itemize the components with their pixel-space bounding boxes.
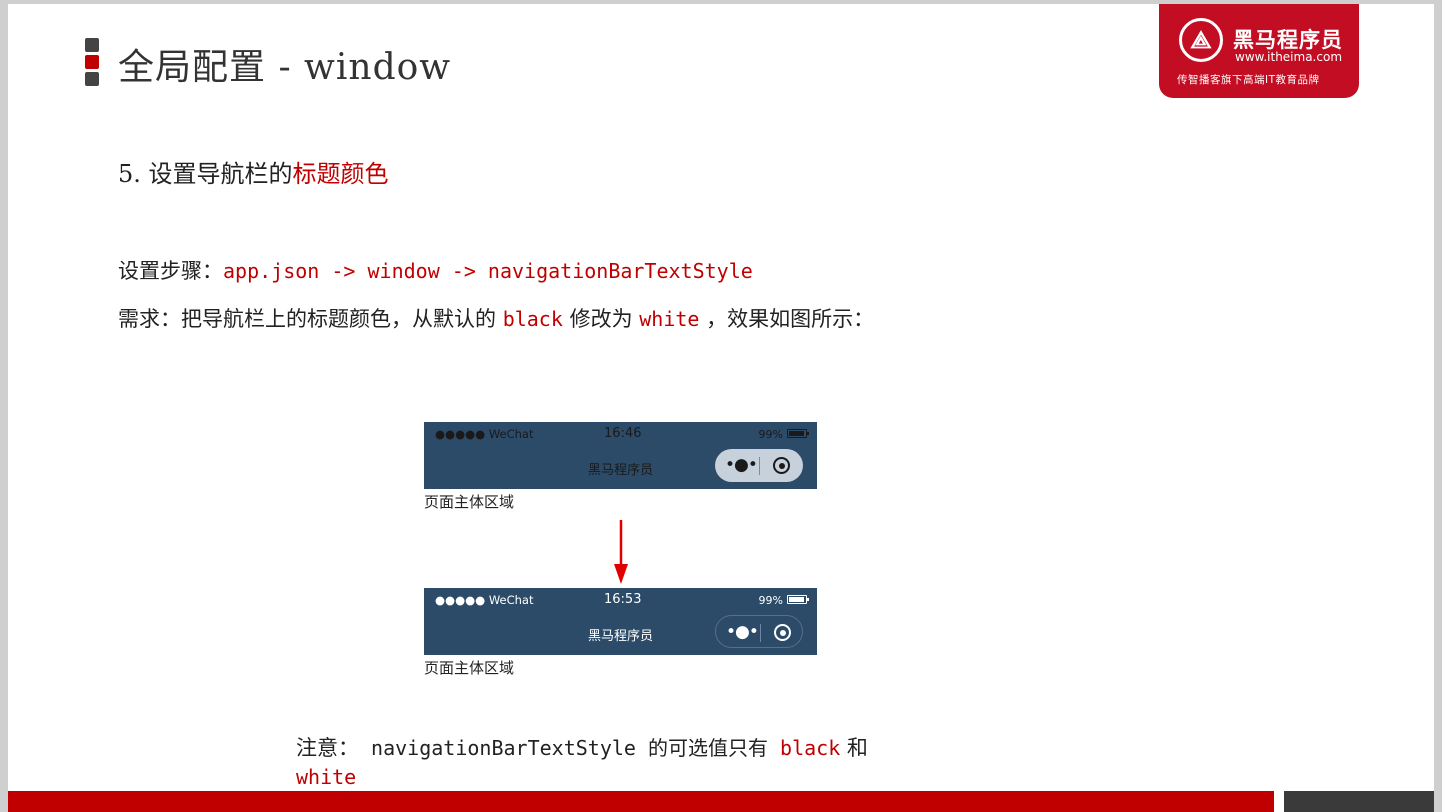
title-marker	[85, 38, 99, 89]
note-label: 注意：	[296, 736, 359, 760]
req-to-value: white	[639, 307, 700, 331]
battery-icon	[787, 595, 809, 604]
heading-prefix: 5. 设置导航栏的	[118, 160, 293, 188]
status-carrier: ●●●●● WeChat	[435, 427, 534, 441]
more-dots-icon: •●•	[725, 455, 758, 475]
logo-slogan: 传智播客旗下高端IT教育品牌	[1177, 74, 1320, 86]
horse-logo-icon: ⟁	[1179, 18, 1223, 62]
more-dots-icon: •●•	[726, 622, 759, 642]
battery-icon	[787, 429, 809, 438]
req-text-1: 需求：把导航栏上的标题颜色，从默认的	[118, 307, 503, 331]
menu-capsule: •●•	[715, 449, 803, 482]
heading-highlight: 标题颜色	[292, 160, 389, 188]
capsule-divider	[759, 457, 760, 475]
steps-label: 设置步骤：	[118, 259, 223, 283]
footer-dark-block	[1284, 791, 1434, 812]
slide: 全局配置 - window ⟁ 黑马程序员 www.itheima.com 传智…	[8, 4, 1434, 812]
slide-title: 全局配置 - window	[118, 47, 452, 88]
navigation-bar-black: ●●●●● WeChat 16:46 99% 黑马程序员 •●•	[424, 422, 817, 489]
navigation-bar-white: ●●●●● WeChat 16:53 99% 黑马程序员 •●•	[424, 588, 817, 655]
note-option-white: white	[296, 765, 357, 789]
req-text-3: ，效果如图所示：	[699, 307, 875, 331]
status-time: 16:46	[604, 426, 642, 441]
footer-bar	[8, 791, 1274, 812]
requirement-line: 需求：把导航栏上的标题颜色，从默认的 black 修改为 white ，效果如图…	[118, 303, 874, 333]
down-arrow-icon	[614, 520, 628, 584]
note: 注意： navigationBarTextStyle 的可选值只有 black …	[296, 734, 936, 792]
page-body-text: 页面主体区域	[424, 659, 515, 677]
page-body-text: 页面主体区域	[424, 493, 515, 511]
steps-line: 设置步骤：app.json -> window -> navigationBar…	[118, 255, 753, 285]
req-from-value: black	[502, 307, 563, 331]
close-target-icon	[774, 624, 791, 641]
section-heading: 5. 设置导航栏的标题颜色	[118, 154, 389, 189]
steps-path: app.json -> window -> navigationBarTextS…	[223, 259, 753, 283]
logo-url: www.itheima.com	[1235, 50, 1343, 64]
capsule-divider	[760, 624, 761, 642]
status-time: 16:53	[604, 592, 642, 607]
status-carrier: ●●●●● WeChat	[435, 593, 534, 607]
note-text-2: 和	[840, 736, 868, 760]
req-text-2: 修改为	[562, 307, 640, 331]
close-target-icon	[773, 457, 790, 474]
phone-mockup-after: ●●●●● WeChat 16:53 99% 黑马程序员 •●• 页面主体区域	[424, 588, 817, 694]
status-battery: 99%	[758, 594, 783, 607]
brand-logo: ⟁ 黑马程序员 www.itheima.com 传智播客旗下高端IT教育品牌	[1159, 4, 1359, 98]
menu-capsule: •●•	[715, 615, 803, 648]
note-option-black: black	[780, 736, 841, 760]
status-battery: 99%	[758, 428, 783, 441]
note-text-1: navigationBarTextStyle 的可选值只有	[359, 736, 781, 760]
page-body: 页面主体区域	[424, 655, 817, 694]
